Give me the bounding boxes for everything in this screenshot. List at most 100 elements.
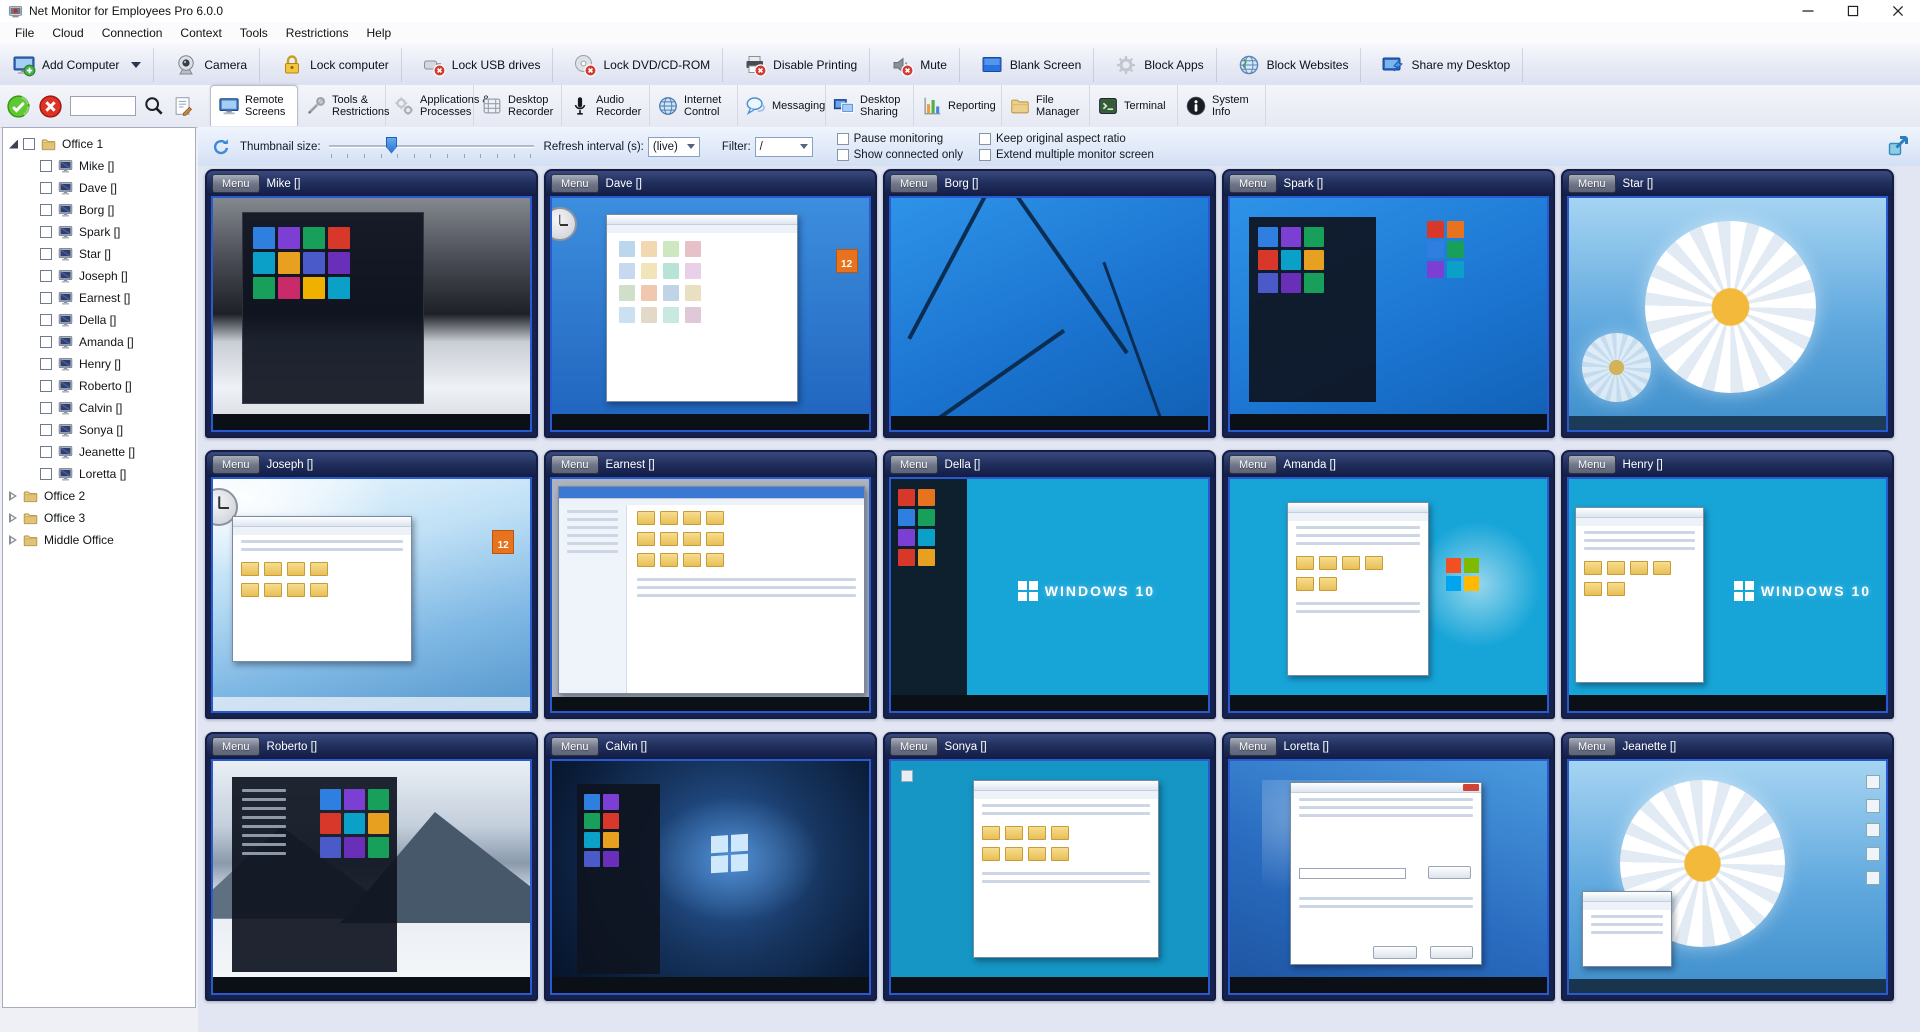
tree-item-henry[interactable]: Henry [] [3,353,195,375]
tab-remote-screens[interactable]: RemoteScreens [210,85,298,126]
tab-messaging[interactable]: Messaging [738,85,826,126]
tile-menu-button[interactable]: Menu [551,455,599,474]
tree-item-dave[interactable]: Dave [] [3,177,195,199]
remote-desktop-thumbnail[interactable] [1228,759,1549,995]
tree-checkbox[interactable] [40,160,52,172]
menu-item-tools[interactable]: Tools [231,24,277,42]
tile-menu-button[interactable]: Menu [212,174,260,193]
tree-item-spark[interactable]: Spark [] [3,221,195,243]
connect-button[interactable] [6,94,31,119]
tile-menu-button[interactable]: Menu [1568,455,1616,474]
toolbar-button-block-apps[interactable]: Block Apps [1106,48,1216,82]
toolbar-button-add-computer[interactable]: Add Computer [4,48,154,82]
remote-desktop-thumbnail[interactable] [1567,759,1888,995]
tile-menu-button[interactable]: Menu [1229,174,1277,193]
toolbar-button-mute[interactable]: Mute [882,48,960,82]
tile-menu-button[interactable]: Menu [551,737,599,756]
menu-item-connection[interactable]: Connection [93,24,172,42]
refresh-icon[interactable] [210,136,232,158]
remote-desktop-thumbnail[interactable]: 12 [211,477,532,713]
remote-desktop-thumbnail[interactable] [550,477,871,713]
tile-menu-button[interactable]: Menu [1229,455,1277,474]
tree-item-earnest[interactable]: Earnest [] [3,287,195,309]
slider-handle[interactable] [386,137,397,154]
remote-desktop-thumbnail[interactable] [211,196,532,432]
tree-item-roberto[interactable]: Roberto [] [3,375,195,397]
tree-item-middle-office[interactable]: Middle Office [3,529,195,551]
tree-checkbox[interactable] [23,138,35,150]
menu-item-help[interactable]: Help [357,24,400,42]
tree-item-office-1[interactable]: Office 1 [3,133,195,155]
tile-menu-button[interactable]: Menu [212,455,260,474]
toolbar-button-lock-computer[interactable]: Lock computer [272,48,402,82]
tree-item-star[interactable]: Star [] [3,243,195,265]
tile-menu-button[interactable]: Menu [1568,737,1616,756]
tree-checkbox[interactable] [40,358,52,370]
tree-collapsed-icon[interactable] [9,513,17,523]
checkbox-box[interactable] [837,149,849,161]
tile-menu-button[interactable]: Menu [890,174,938,193]
tree-item-office-2[interactable]: Office 2 [3,485,195,507]
remote-desktop-thumbnail[interactable] [889,759,1210,995]
tab-tools-restrictions[interactable]: Tools &Restrictions [298,85,386,126]
close-button[interactable] [1875,0,1920,22]
tree-item-jeanette[interactable]: Jeanette [] [3,441,195,463]
toolbar-button-blank-screen[interactable]: Blank Screen [972,48,1094,82]
checkbox-box[interactable] [979,149,991,161]
tab-desktop-sharing[interactable]: DesktopSharing [826,85,914,126]
tab-reporting[interactable]: Reporting [914,85,1002,126]
tree-collapsed-icon[interactable] [9,535,17,545]
tile-menu-button[interactable]: Menu [890,455,938,474]
tile-menu-button[interactable]: Menu [1568,174,1616,193]
remote-desktop-thumbnail[interactable] [889,196,1210,432]
tree-item-della[interactable]: Della [] [3,309,195,331]
checkbox-extend-multiple-monitor-screen[interactable]: Extend multiple monitor screen [979,149,1154,161]
menu-item-restrictions[interactable]: Restrictions [277,24,358,42]
thumbnail-size-slider[interactable] [329,136,534,158]
tree-checkbox[interactable] [40,292,52,304]
tree-item-sonya[interactable]: Sonya [] [3,419,195,441]
checkbox-box[interactable] [837,133,849,145]
tree-item-calvin[interactable]: Calvin [] [3,397,195,419]
expand-icon[interactable] [1886,134,1910,158]
remote-desktop-thumbnail[interactable]: WINDOWS 10 [1567,477,1888,713]
checkbox-pause-monitoring[interactable]: Pause monitoring [837,133,963,145]
checkbox-box[interactable] [979,133,991,145]
remote-desktop-thumbnail[interactable] [1567,196,1888,432]
tree-checkbox[interactable] [40,226,52,238]
toolbar-button-lock-usb-drives[interactable]: Lock USB drives [414,48,554,82]
log-report-icon[interactable] [172,95,194,117]
tree-item-borg[interactable]: Borg [] [3,199,195,221]
toolbar-button-lock-dvd-cd-rom[interactable]: Lock DVD/CD-ROM [565,48,723,82]
tree-item-loretta[interactable]: Loretta [] [3,463,195,485]
toolbar-button-camera[interactable]: Camera [166,48,260,82]
remote-desktop-thumbnail[interactable]: 12 [550,196,871,432]
tab-desktop-recorder[interactable]: DesktopRecorder [474,85,562,126]
disconnect-button[interactable] [38,94,63,119]
refresh-interval-select[interactable]: (live) [648,137,700,157]
remote-desktop-thumbnail[interactable] [1228,477,1549,713]
remote-desktop-thumbnail[interactable] [211,759,532,995]
checkbox-keep-original-aspect-ratio[interactable]: Keep original aspect ratio [979,133,1154,145]
minimize-button[interactable] [1785,0,1830,22]
tree-item-joseph[interactable]: Joseph [] [3,265,195,287]
tab-audio-recorder[interactable]: AudioRecorder [562,85,650,126]
tree-checkbox[interactable] [40,402,52,414]
tree-checkbox[interactable] [40,336,52,348]
tree-item-mike[interactable]: Mike [] [3,155,195,177]
tree-checkbox[interactable] [40,204,52,216]
magnifier-icon[interactable] [143,95,165,117]
tree-collapsed-icon[interactable] [9,491,17,501]
tab-terminal[interactable]: Terminal [1090,85,1178,126]
toolbar-button-disable-printing[interactable]: Disable Printing [735,48,870,82]
tab-file-manager[interactable]: FileManager [1002,85,1090,126]
tree-checkbox[interactable] [40,248,52,260]
toolbar-button-share-my-desktop[interactable]: Share my Desktop [1373,48,1523,82]
remote-desktop-thumbnail[interactable] [550,759,871,995]
tree-item-office-3[interactable]: Office 3 [3,507,195,529]
tile-menu-button[interactable]: Menu [551,174,599,193]
tab-applications-processes[interactable]: Applications &Processes [386,85,474,126]
tree-checkbox[interactable] [40,270,52,282]
remote-desktop-thumbnail[interactable] [1228,196,1549,432]
menu-item-cloud[interactable]: Cloud [43,24,92,42]
